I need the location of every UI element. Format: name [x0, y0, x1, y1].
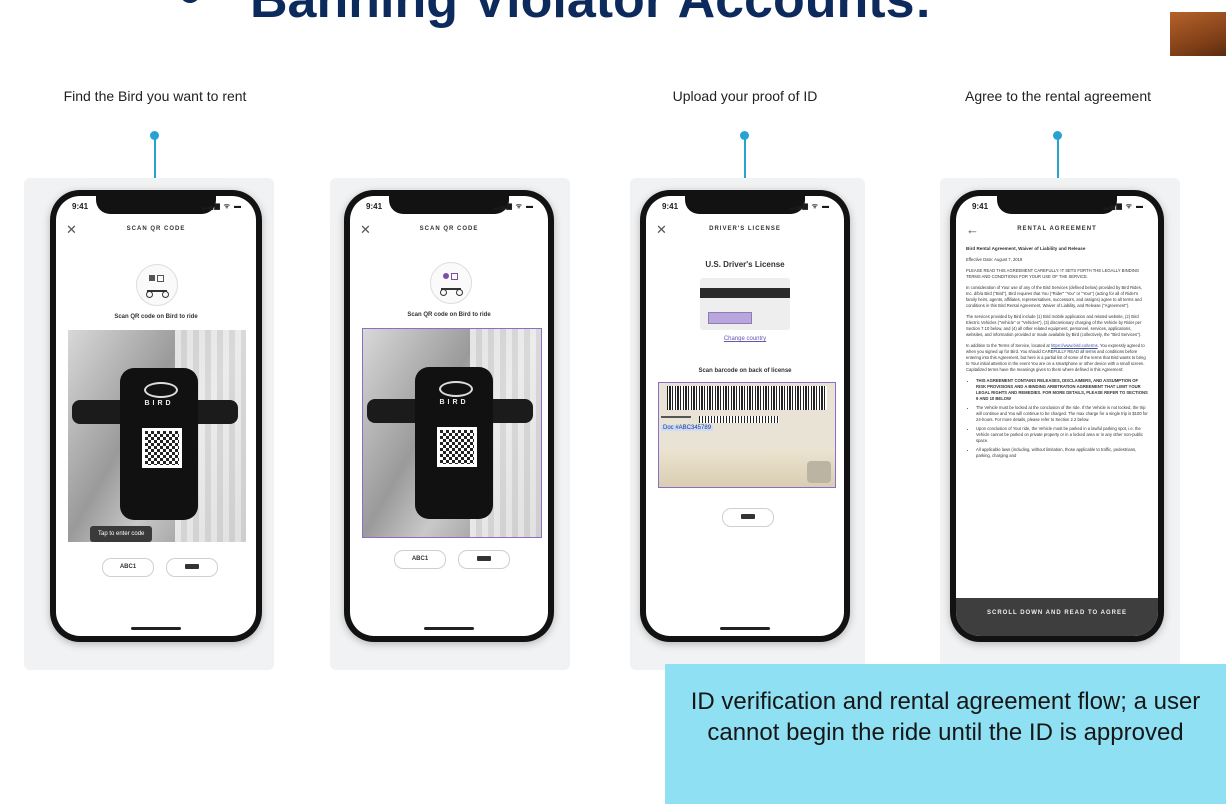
agreement-text[interactable]: Bird Rental Agreement, Waiver of Liabili…	[966, 246, 1148, 462]
flashlight-button[interactable]	[722, 508, 774, 527]
status-icons: ▂▄▆ ᯤ ▬	[201, 203, 242, 210]
bullet-icon	[180, 0, 200, 4]
pdf417-barcode	[667, 386, 827, 410]
scooter-scan-icon	[136, 264, 178, 306]
note-text: ID verification and rental agreement flo…	[690, 688, 1201, 746]
scan-instruction: Scan QR code on Bird to ride	[114, 314, 198, 320]
screen-title: SCAN QR CODE	[419, 226, 479, 232]
flashlight-icon	[477, 555, 491, 561]
scooter-qr-device: BIRD	[415, 367, 493, 519]
list-item: Upon conclusion of Your ride, the Vehicl…	[976, 426, 1148, 444]
phone-scan-qr: 9:41 ▂▄▆ ᯤ ▬ ✕ SCAN QR CODE Scan QR code…	[50, 190, 262, 642]
home-indicator	[424, 627, 474, 630]
agreement-paragraph: In addition to the Terms of Service, loc…	[966, 343, 1146, 372]
license-heading: U.S. Driver's License	[705, 260, 785, 269]
camera-viewfinder: BIRD	[68, 330, 246, 542]
phone-notch	[389, 196, 509, 214]
status-time: 9:41	[972, 202, 989, 211]
caption-upload-id: Upload your proof of ID	[672, 88, 818, 104]
corner-image	[1170, 12, 1226, 56]
flashlight-button[interactable]	[166, 558, 218, 577]
scooter-qr-device: BIRD	[120, 368, 198, 520]
connector-dot	[150, 131, 159, 140]
caption-agree: Agree to the rental agreement	[964, 88, 1151, 104]
phone-notch	[997, 196, 1117, 214]
list-item: The Vehicle must be locked at the conclu…	[976, 405, 1148, 423]
enter-code-button[interactable]: ABC1	[102, 558, 154, 577]
status-time: 9:41	[662, 202, 679, 211]
phone-screen: 9:41 ▂▄▆ ᯤ ▬ ✕ DRIVER'S LICENSE U.S. Dri…	[646, 196, 844, 636]
qr-code	[142, 428, 182, 468]
phone-screen: 9:41 ▂▄▆ ᯤ ▬ ← RENTAL AGREEMENT Bird Ren…	[956, 196, 1158, 636]
flashlight-button[interactable]	[458, 550, 510, 569]
device-brand: BIRD	[439, 399, 469, 406]
device-brand: BIRD	[144, 400, 174, 407]
status-icons: ▂▄▆ ᯤ ▬	[1103, 203, 1144, 210]
scan-instruction: Scan QR code on Bird to ride	[407, 312, 491, 318]
phone-notch	[685, 196, 805, 214]
effective-date: Effective Date: August 7, 2019	[966, 257, 1023, 262]
phone-screen: 9:41 ▂▄▆ ᯤ ▬ ✕ SCAN QR CODE Scan QR code…	[56, 196, 256, 636]
flashlight-icon	[741, 513, 755, 519]
list-item: All applicable laws (including, without …	[976, 447, 1148, 459]
status-time: 9:41	[72, 202, 89, 211]
connector-dot	[740, 131, 749, 140]
agreement-paragraph: The services provided by Bird include (1…	[966, 314, 1142, 337]
change-country-link[interactable]: Change country	[646, 336, 844, 342]
connector-dot	[1053, 131, 1062, 140]
qr-code	[437, 427, 477, 467]
status-icons: ▂▄▆ ᯤ ▬	[493, 203, 534, 210]
doc-number: Doc #ABC345789	[661, 425, 714, 431]
flashlight-icon	[185, 563, 199, 569]
list-item: THIS AGREEMENT CONTAINS RELEASES, DISCLA…	[976, 378, 1148, 402]
enter-code-tooltip[interactable]: Tap to enter code	[90, 526, 153, 542]
phone-notch	[96, 196, 216, 214]
agreement-paragraph: PLEASE READ THIS AGREEMENT CAREFULLY. IT…	[966, 268, 1140, 279]
agreement-list: THIS AGREEMENT CONTAINS RELEASES, DISCLA…	[976, 378, 1148, 459]
screen-title: DRIVER'S LICENSE	[709, 226, 781, 232]
agreement-paragraph: In consideration of Your use of any of t…	[966, 285, 1142, 308]
license-card-illustration	[700, 278, 790, 330]
enter-code-button[interactable]: ABC1	[394, 550, 446, 569]
phone-scan-qr-active: 9:41 ▂▄▆ ᯤ ▬ ✕ SCAN QR CODE Scan QR code…	[344, 190, 554, 642]
camera-viewfinder: BIRD	[362, 328, 542, 538]
phone-screen: 9:41 ▂▄▆ ᯤ ▬ ✕ SCAN QR CODE Scan QR code…	[350, 196, 548, 636]
home-indicator	[131, 627, 181, 630]
agreement-heading: Bird Rental Agreement, Waiver of Liabili…	[966, 246, 1086, 251]
slide-title: Banning Violator Accounts:	[180, 0, 1080, 40]
scooter-scan-icon	[430, 262, 472, 304]
screen-title: RENTAL AGREEMENT	[1017, 226, 1097, 232]
caption-find-bird: Find the Bird you want to rent	[63, 88, 247, 104]
bird-logo-icon	[439, 381, 473, 397]
phone-drivers-license: 9:41 ▂▄▆ ᯤ ▬ ✕ DRIVER'S LICENSE U.S. Dri…	[640, 190, 850, 642]
phone-rental-agreement: 9:41 ▂▄▆ ᯤ ▬ ← RENTAL AGREEMENT Bird Ren…	[950, 190, 1164, 642]
note-box: ID verification and rental agreement flo…	[665, 664, 1226, 804]
linear-barcode	[699, 416, 779, 423]
scroll-to-agree-button[interactable]: SCROLL DOWN AND READ TO AGREE	[956, 598, 1158, 636]
terms-link[interactable]: https://www.bird.co/terms	[1051, 343, 1098, 348]
screen-title: SCAN QR CODE	[126, 226, 186, 232]
scan-barcode-instruction: Scan barcode on back of license	[698, 368, 792, 374]
status-icons: ▂▄▆ ᯤ ▬	[789, 203, 830, 210]
home-indicator	[720, 627, 770, 630]
barcode-viewfinder: Doc #ABC345789	[658, 382, 836, 488]
bird-logo-icon	[144, 382, 178, 398]
status-time: 9:41	[366, 202, 383, 211]
